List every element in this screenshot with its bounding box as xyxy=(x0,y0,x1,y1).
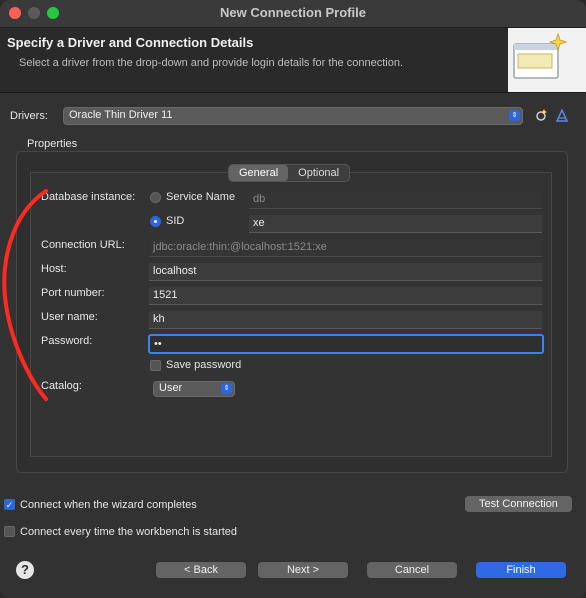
sid-label: SID xyxy=(166,215,185,227)
save-password-label: Save password xyxy=(166,359,242,371)
page-subtitle: Select a driver from the drop-down and p… xyxy=(19,57,403,69)
test-connection-button[interactable]: Test Connection xyxy=(465,496,572,512)
port-number-field[interactable]: 1521 xyxy=(149,287,542,305)
connection-url-field[interactable]: jdbc:oracle:thin:@localhost:1521:xe xyxy=(149,239,542,257)
save-password-checkbox[interactable] xyxy=(150,360,161,371)
title-bar: New Connection Profile xyxy=(0,0,586,28)
new-connection-profile-dialog: New Connection Profile Specify a Driver … xyxy=(0,0,586,598)
cancel-button[interactable]: Cancel xyxy=(367,562,457,578)
sid-field[interactable]: xe xyxy=(249,215,542,233)
user-name-field[interactable]: kh xyxy=(149,311,542,329)
service-name-field[interactable]: db xyxy=(249,191,542,209)
wizard-banner-image xyxy=(508,28,586,92)
red-annotation-stroke xyxy=(2,189,48,401)
properties-tab-bar: General Optional xyxy=(228,164,351,182)
host-field[interactable]: localhost xyxy=(149,263,542,281)
properties-label: Properties xyxy=(27,138,78,150)
edit-driver-definition-icon[interactable] xyxy=(555,108,569,122)
new-driver-definition-icon[interactable] xyxy=(534,108,548,122)
sid-radio[interactable] xyxy=(150,216,161,227)
connection-wizard-icon xyxy=(513,32,568,79)
window-title: New Connection Profile xyxy=(220,5,366,20)
page-title: Specify a Driver and Connection Details xyxy=(7,35,254,50)
service-name-label: Service Name xyxy=(166,191,236,203)
next-button[interactable]: Next > xyxy=(258,562,348,578)
drivers-dropdown[interactable]: Oracle Thin Driver 11 ⇕ xyxy=(63,107,523,125)
catalog-dropdown-value: User xyxy=(159,382,183,394)
drivers-label: Drivers: xyxy=(10,110,48,122)
drivers-dropdown-value: Oracle Thin Driver 11 xyxy=(69,109,173,121)
catalog-dropdown[interactable]: User ⇕ xyxy=(153,381,235,397)
service-name-radio[interactable] xyxy=(150,192,161,203)
connect-every-time-checkbox[interactable] xyxy=(4,526,15,537)
connect-when-completes-checkbox[interactable]: ✓ xyxy=(4,499,15,510)
chevron-updown-icon: ⇕ xyxy=(509,110,520,121)
finish-button[interactable]: Finish xyxy=(476,562,566,578)
connect-when-completes-label: Connect when the wizard completes xyxy=(20,499,197,511)
connect-every-time-label: Connect every time the workbench is star… xyxy=(20,526,238,538)
wizard-header: Specify a Driver and Connection Details … xyxy=(0,28,586,93)
back-button[interactable]: < Back xyxy=(156,562,246,578)
chevron-updown-icon: ⇕ xyxy=(221,383,232,394)
help-button[interactable]: ? xyxy=(16,561,34,579)
password-field[interactable]: •• xyxy=(148,334,544,354)
tab-optional[interactable]: Optional xyxy=(288,165,349,181)
tab-general[interactable]: General xyxy=(229,165,289,181)
